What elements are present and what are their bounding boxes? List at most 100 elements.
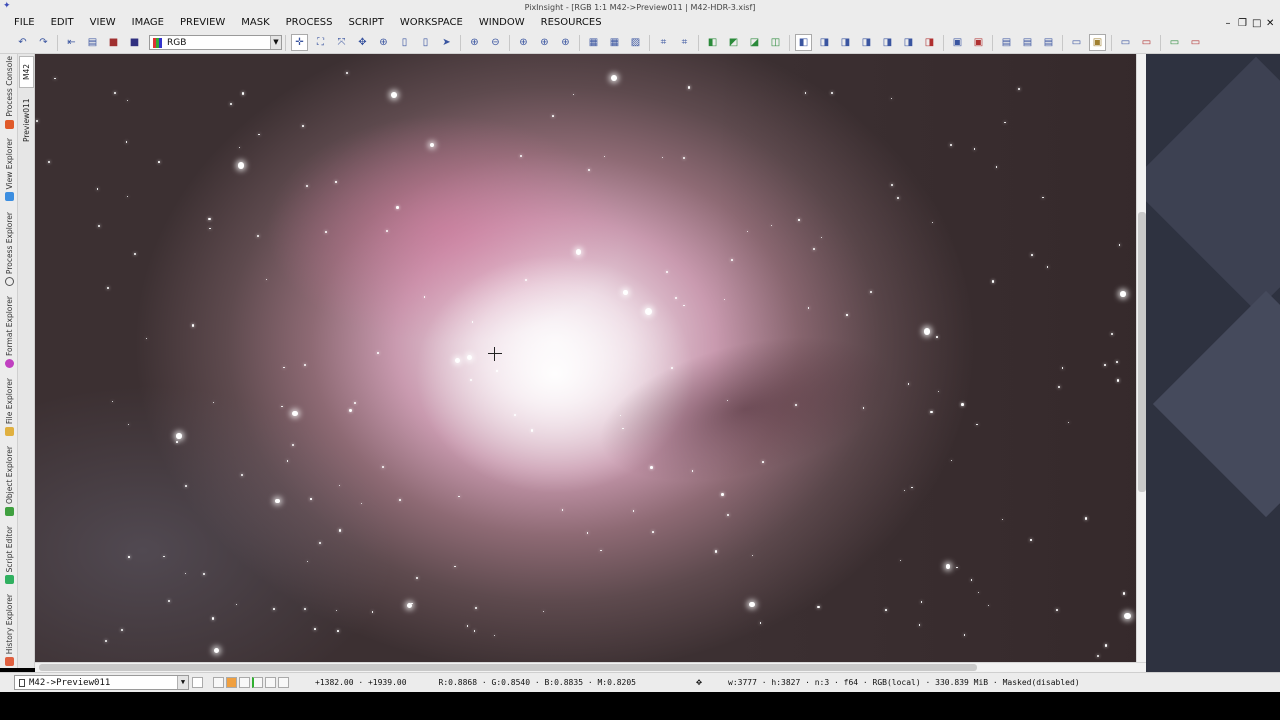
crop-icon[interactable]: ⌗: [655, 34, 672, 51]
scrollbar-thumb[interactable]: [1138, 212, 1146, 492]
explorer-c-icon[interactable]: ▭: [1166, 34, 1183, 51]
star: [466, 625, 469, 627]
star: [572, 93, 574, 95]
menu-script[interactable]: SCRIPT: [341, 14, 392, 32]
mask-enable-icon[interactable]: ▨: [627, 34, 644, 51]
zoom-out-icon[interactable]: ⊖: [487, 34, 504, 51]
readout-icon[interactable]: ✥: [696, 677, 702, 688]
selection-icon[interactable]: ➤: [438, 34, 455, 51]
slot-active-icon[interactable]: [252, 677, 263, 688]
cube-icon: [4, 507, 14, 517]
menu-mask[interactable]: MASK: [233, 14, 277, 32]
redo-icon[interactable]: ↷: [35, 34, 52, 51]
tab-label: Script Editor: [4, 526, 14, 573]
menu-edit[interactable]: EDIT: [43, 14, 82, 32]
undo-all-icon[interactable]: ⇤: [63, 34, 80, 51]
color-slot-icon[interactable]: [226, 677, 237, 688]
zoom-fit-icon[interactable]: ⤧: [333, 34, 350, 51]
scrollbar-thumb[interactable]: [39, 664, 977, 671]
preview-edit-icon[interactable]: ▯: [396, 34, 413, 51]
mask-slot-icon[interactable]: [213, 677, 224, 688]
minimize-icon[interactable]: –: [1224, 18, 1232, 29]
slot-icon[interactable]: [278, 677, 289, 688]
star: [377, 351, 379, 354]
stf-boost-icon[interactable]: ◨: [858, 34, 875, 51]
slot-icon[interactable]: [239, 677, 250, 688]
explorer-b-icon[interactable]: ▭: [1138, 34, 1155, 51]
tab-view-explorer[interactable]: View Explorer: [0, 138, 18, 202]
display-channel-icon[interactable]: ■: [126, 34, 143, 51]
tab-file-explorer[interactable]: File Explorer: [0, 378, 18, 437]
screen-transfer-icon[interactable]: ■: [105, 34, 122, 51]
reset-icon[interactable]: ▤: [84, 34, 101, 51]
workspace-3-icon[interactable]: ▤: [1040, 34, 1057, 51]
view-tab-preview011[interactable]: Preview011: [19, 92, 34, 148]
toolbar-divider: [789, 34, 790, 51]
menu-workspace[interactable]: WORKSPACE: [392, 14, 471, 32]
view-tab-m42[interactable]: M42: [19, 56, 34, 88]
tab-script-editor[interactable]: Script Editor: [0, 526, 18, 585]
readout-mode-icon[interactable]: ✛: [291, 34, 308, 51]
close-icon[interactable]: ✕: [1266, 18, 1274, 29]
zoom-2-1-icon[interactable]: ⊕: [536, 34, 553, 51]
restore-icon[interactable]: ❐: [1238, 18, 1247, 29]
horizontal-scrollbar[interactable]: [35, 662, 1146, 672]
fit-view-icon[interactable]: ⛶: [312, 34, 329, 51]
zoom-in-icon[interactable]: ⊕: [466, 34, 483, 51]
undo-icon[interactable]: ↶: [14, 34, 31, 51]
star: [817, 605, 820, 608]
star: [691, 470, 694, 472]
view-select[interactable]: M42->Preview011 ▼: [14, 675, 189, 690]
menu-view[interactable]: VIEW: [82, 14, 124, 32]
vertical-scrollbar[interactable]: [1136, 54, 1146, 662]
explorer-d-icon[interactable]: ▭: [1187, 34, 1204, 51]
monitor-icon[interactable]: ▭: [1068, 34, 1085, 51]
menu-process[interactable]: PROCESS: [278, 14, 341, 32]
menu-file[interactable]: FILE: [0, 14, 43, 32]
menu-preview[interactable]: PREVIEW: [172, 14, 233, 32]
menu-resources[interactable]: RESOURCES: [533, 14, 610, 32]
preview-new-icon[interactable]: ▯: [417, 34, 434, 51]
process-d-icon[interactable]: ◫: [767, 34, 784, 51]
stf-apply-icon[interactable]: ◨: [879, 34, 896, 51]
workspace-2-icon[interactable]: ▤: [1019, 34, 1036, 51]
process-b-icon[interactable]: ◩: [725, 34, 742, 51]
channel-select[interactable]: RGB ▼: [149, 35, 282, 50]
stf-link-icon[interactable]: ◧: [795, 34, 812, 51]
stf-edit-icon[interactable]: ◨: [900, 34, 917, 51]
tab-history-explorer[interactable]: History Explorer: [0, 594, 18, 667]
view-lock-icon[interactable]: [192, 677, 203, 688]
mask-show-icon[interactable]: ▦: [585, 34, 602, 51]
tab-format-explorer[interactable]: Format Explorer: [0, 296, 18, 369]
menu-image[interactable]: IMAGE: [124, 14, 172, 32]
mask-invert-icon[interactable]: ▦: [606, 34, 623, 51]
image-container-icon[interactable]: ▣: [1089, 34, 1106, 51]
resize-icon[interactable]: ⌗: [676, 34, 693, 51]
explorer-a-icon[interactable]: ▭: [1117, 34, 1134, 51]
star: [474, 606, 478, 610]
center-icon[interactable]: ⊕: [375, 34, 392, 51]
zoom-1-1-icon[interactable]: ⊕: [515, 34, 532, 51]
menu-window[interactable]: WINDOW: [471, 14, 533, 32]
window-cascade-icon[interactable]: ▣: [970, 34, 987, 51]
slot-icon[interactable]: [265, 677, 276, 688]
image-viewport[interactable]: [35, 54, 1136, 662]
stf-reset-icon[interactable]: ◨: [837, 34, 854, 51]
toolbar-divider: [1160, 34, 1161, 51]
console-icon: [4, 119, 14, 129]
process-a-icon[interactable]: ◧: [704, 34, 721, 51]
window-tile-icon[interactable]: ▣: [949, 34, 966, 51]
star: [208, 217, 211, 220]
stf-red-icon[interactable]: ◨: [921, 34, 938, 51]
pan-mode-icon[interactable]: ✥: [354, 34, 371, 51]
maximize-icon[interactable]: □: [1252, 18, 1261, 29]
view-tab-strip: M42 Preview011: [18, 54, 35, 668]
image-info: w:3777 · h:3827 · n:3 · f64 · RGB(local)…: [728, 678, 1080, 687]
stf-auto-icon[interactable]: ◨: [816, 34, 833, 51]
tab-process-explorer[interactable]: Process Explorer: [0, 212, 18, 287]
tab-process-console[interactable]: Process Console: [0, 56, 18, 129]
workspace-1-icon[interactable]: ▤: [998, 34, 1015, 51]
zoom-1-2-icon[interactable]: ⊕: [557, 34, 574, 51]
process-c-icon[interactable]: ◪: [746, 34, 763, 51]
tab-object-explorer[interactable]: Object Explorer: [0, 446, 18, 517]
